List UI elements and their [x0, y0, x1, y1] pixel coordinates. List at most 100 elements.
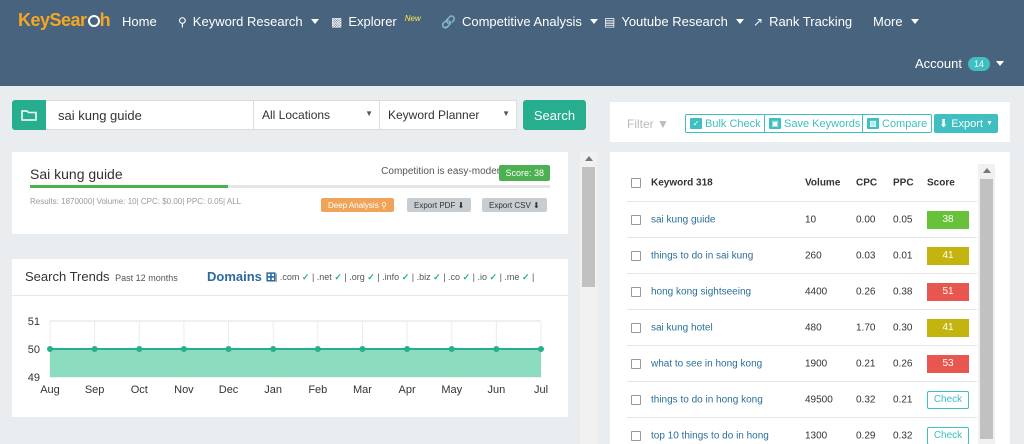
bulk-check-button[interactable]: ✓ Bulk Check	[685, 114, 766, 133]
source-select[interactable]: Keyword Planner ▼	[380, 100, 517, 130]
chevron-down-icon	[735, 19, 744, 24]
nav-youtube-research[interactable]: ▤ Youtube Research	[604, 14, 744, 29]
check-icon: ✓	[301, 272, 310, 282]
save-keywords-button[interactable]: ▣ Save Keywords	[764, 114, 866, 133]
domains-toggle[interactable]: Domains ⊞	[207, 269, 276, 285]
keyword-title: Sai kung guide	[30, 166, 123, 182]
nav-home[interactable]: Home	[122, 14, 157, 29]
area-fill	[50, 349, 541, 377]
deep-analysis-button[interactable]: Deep Analysis ⚲	[321, 198, 394, 212]
row-checkbox[interactable]	[631, 322, 641, 333]
data-point	[180, 346, 187, 352]
filter-button[interactable]: Filter ▼	[627, 117, 669, 131]
nav-competitive-analysis[interactable]: 🔗 Competitive Analysis	[441, 14, 598, 29]
ppc-value: 0.38	[893, 286, 913, 297]
x-tick-label: Feb	[308, 384, 327, 396]
nav-more[interactable]: More	[873, 14, 919, 29]
save-icon: ▣	[769, 118, 781, 129]
bar-chart-icon: ▩	[867, 118, 879, 129]
data-point	[270, 346, 277, 352]
search-button[interactable]: Search	[523, 100, 586, 130]
chevron-down-icon	[996, 61, 1004, 66]
left-scrollbar[interactable]	[580, 152, 597, 444]
cpc-value: 1.70	[856, 322, 876, 333]
data-point	[493, 346, 500, 352]
table-row: hong kong sightseeing 4400 0.26 0.38 51	[627, 274, 977, 310]
col-keyword[interactable]: Keyword 318	[651, 177, 713, 188]
data-point	[47, 346, 53, 352]
nav-keyword-research[interactable]: ⚲ Keyword Research	[178, 14, 319, 29]
select-all-checkbox[interactable]	[631, 177, 641, 188]
scroll-up-icon[interactable]	[983, 168, 991, 173]
scroll-up-icon[interactable]	[585, 156, 593, 161]
filter-icon: ▼	[657, 117, 669, 131]
keyword-link[interactable]: hong kong sightseeing	[651, 286, 751, 297]
data-point	[404, 346, 411, 352]
row-checkbox[interactable]	[631, 250, 641, 261]
keyword-link[interactable]: things to do in hong kong	[651, 394, 763, 405]
table-row: sai kung hotel 480 1.70 0.30 41	[627, 310, 977, 346]
keyword-link[interactable]: what to see in hong kong	[651, 358, 762, 369]
volume-value: 480	[805, 322, 822, 333]
keyword-link[interactable]: things to do in sai kung	[651, 250, 753, 261]
col-volume[interactable]: Volume	[805, 177, 840, 188]
cpc-value: 0.26	[856, 286, 876, 297]
new-badge: New	[404, 14, 421, 23]
competition-text: Competition is easy-moderate	[381, 166, 514, 177]
score-cell: 53	[927, 354, 969, 373]
check-icon: ✓	[433, 272, 441, 282]
ppc-value: 0.01	[893, 250, 913, 261]
chevron-down-icon	[310, 19, 319, 24]
y-tick-label: 51	[28, 316, 40, 328]
export-button[interactable]: ⬇ Export ▼	[934, 114, 998, 133]
score-cell: 41	[927, 246, 969, 265]
table-row: top 10 things to do in hong 1300 0.29 0.32 C…	[627, 418, 977, 444]
cpc-value: 0.00	[856, 214, 876, 225]
scroll-thumb[interactable]	[980, 179, 993, 439]
keyword-link[interactable]: sai kung guide	[651, 214, 716, 225]
trend-chart: 49 50 51 Aug Sep Oct Nov Dec Jan Feb Mar Apr May Jun J…	[28, 316, 548, 396]
col-cpc[interactable]: CPC	[856, 177, 877, 188]
search-trends-card: Search Trends Past 12 months Domains ⊞ |…	[12, 259, 568, 417]
folder-button[interactable]	[12, 100, 46, 130]
volume-value: 4400	[805, 286, 828, 297]
row-checkbox[interactable]	[631, 358, 641, 369]
download-icon: ⬇	[533, 200, 540, 210]
volume-value: 49500	[805, 394, 833, 405]
keysearch-logo[interactable]: KeySear h	[18, 10, 111, 31]
export-pdf-button[interactable]: Export PDF ⬇	[407, 198, 472, 212]
x-tick-label: May	[441, 384, 462, 396]
keyword-link[interactable]: top 10 things to do in hong	[651, 430, 769, 441]
x-tick-label: Sep	[85, 384, 105, 396]
export-csv-button[interactable]: Export CSV ⬇	[482, 198, 547, 212]
domain-item: | .net ✓	[311, 272, 342, 282]
ppc-value: 0.30	[893, 322, 913, 333]
keyword-link[interactable]: sai kung hotel	[651, 322, 713, 333]
row-checkbox[interactable]	[631, 394, 641, 405]
domain-item: | .me ✓	[499, 272, 530, 282]
nav-rank-tracking[interactable]: ↗ Rank Tracking	[753, 14, 852, 29]
compare-button[interactable]: ▩ Compare	[862, 114, 933, 133]
table-row: things to do in hong kong 49500 0.32 0.21 Ch…	[627, 382, 977, 418]
account-menu[interactable]: Account 14	[915, 56, 1004, 71]
keyword-input[interactable]: sai kung guide	[46, 100, 254, 130]
ppc-value: 0.32	[893, 430, 913, 441]
row-checkbox[interactable]	[631, 286, 641, 297]
folder-icon	[21, 110, 37, 121]
search-icon: ⚲	[178, 14, 187, 29]
chevron-down-icon: ▼	[986, 120, 993, 127]
check-score-button[interactable]: Check	[927, 390, 969, 409]
scroll-thumb[interactable]	[582, 167, 595, 287]
col-ppc[interactable]: PPC	[893, 177, 914, 188]
nav-explorer[interactable]: ▩ Explorer New	[331, 14, 421, 29]
location-select[interactable]: All Locations ▼	[254, 100, 380, 130]
domain-item: | .com ✓	[275, 272, 310, 282]
data-point	[136, 346, 143, 352]
check-score-button[interactable]: Check	[927, 426, 969, 444]
col-score[interactable]: Score	[927, 177, 955, 188]
right-scrollbar[interactable]	[978, 164, 995, 444]
row-checkbox[interactable]	[631, 430, 641, 441]
keyword-metrics: Results: 1870000| Volume: 10| CPC: $0.00…	[30, 197, 242, 206]
table-row: sai kung guide 10 0.00 0.05 38	[627, 202, 977, 238]
row-checkbox[interactable]	[631, 214, 641, 225]
